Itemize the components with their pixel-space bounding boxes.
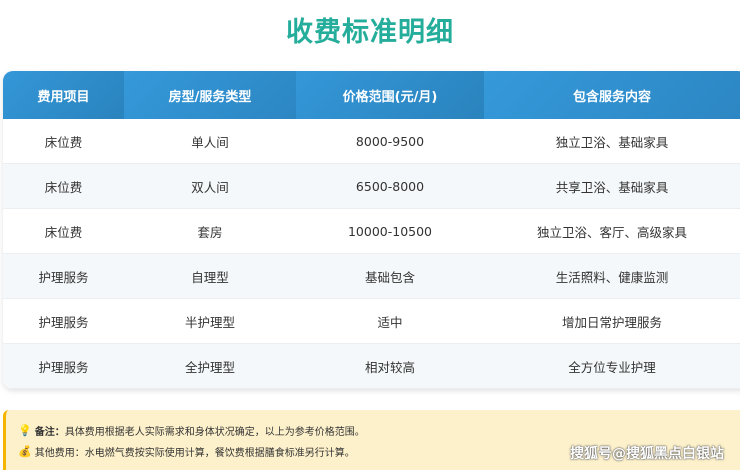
table-row: 护理服务 自理型 基础包含 生活照料、健康监测 bbox=[3, 254, 740, 299]
table-cell: 床位费 bbox=[44, 224, 83, 240]
table-cell: 独立卫浴、基础家具 bbox=[555, 134, 669, 150]
money-bag-icon: 💰 bbox=[18, 445, 32, 458]
table-row: 护理服务 半护理型 适中 增加日常护理服务 bbox=[3, 299, 740, 344]
table-cell: 独立卫浴、客厅、高级家具 bbox=[536, 224, 687, 240]
fee-table: 费用项目 房型/服务类型 价格范围(元/月) 包含服务内容 床位费 单人间 8000… bbox=[3, 71, 740, 389]
table-cell: 双人间 bbox=[191, 179, 229, 195]
table-cell: 相对较高 bbox=[364, 359, 415, 375]
table-cell: 生活照料、健康监测 bbox=[555, 269, 669, 285]
header-room-type: 房型/服务类型 bbox=[124, 71, 296, 119]
header-fee-item: 费用项目 bbox=[3, 71, 124, 119]
table-cell: 床位费 bbox=[44, 179, 83, 195]
table-header: 费用项目 房型/服务类型 价格范围(元/月) 包含服务内容 bbox=[3, 71, 740, 119]
table-cell: 护理服务 bbox=[38, 359, 89, 375]
header-price-range: 价格范围(元/月) bbox=[296, 71, 484, 119]
table-row: 床位费 双人间 6500-8000 共享卫浴、基础家具 bbox=[3, 164, 740, 209]
table-cell: 8000-9500 bbox=[355, 133, 425, 149]
table-cell: 床位费 bbox=[44, 134, 83, 150]
table-cell: 适中 bbox=[377, 314, 403, 330]
other-fees-text: 其他费用：水电燃气费按实际使用计算，餐饮费根据膳食标准另行计算。 bbox=[34, 448, 355, 459]
table-cell: 单人间 bbox=[191, 134, 229, 150]
table-row: 护理服务 全护理型 相对较高 全方位专业护理 bbox=[3, 344, 740, 389]
table-cell: 6500-8000 bbox=[355, 178, 425, 194]
table-cell: 基础包含 bbox=[364, 269, 415, 285]
table-cell: 自理型 bbox=[191, 269, 229, 285]
lightbulb-icon: 💡 bbox=[18, 424, 32, 437]
table-row: 床位费 套房 10000-10500 独立卫浴、客厅、高级家具 bbox=[3, 209, 740, 254]
table-cell: 共享卫浴、基础家具 bbox=[555, 179, 669, 195]
table-cell: 全方位专业护理 bbox=[568, 359, 656, 375]
table-cell: 增加日常护理服务 bbox=[561, 314, 662, 330]
table-cell: 全护理型 bbox=[184, 359, 235, 375]
table-cell: 护理服务 bbox=[38, 314, 89, 330]
table-cell: 10000-10500 bbox=[347, 223, 433, 239]
table-row: 床位费 单人间 8000-9500 独立卫浴、基础家具 bbox=[3, 119, 740, 164]
header-services: 包含服务内容 bbox=[484, 71, 740, 119]
table-cell: 套房 bbox=[197, 224, 223, 240]
page-title: 收费标准明细 bbox=[286, 17, 454, 48]
remark-text: 具体费用根据老人实际需求和身体状况确定，以上为参考价格范围。 bbox=[64, 427, 365, 438]
remark-label: 备注： bbox=[34, 427, 65, 438]
table-cell: 半护理型 bbox=[184, 314, 235, 330]
table-cell: 护理服务 bbox=[38, 269, 89, 285]
watermark: 搜狐号@搜狐黑点白银站 bbox=[570, 446, 724, 462]
